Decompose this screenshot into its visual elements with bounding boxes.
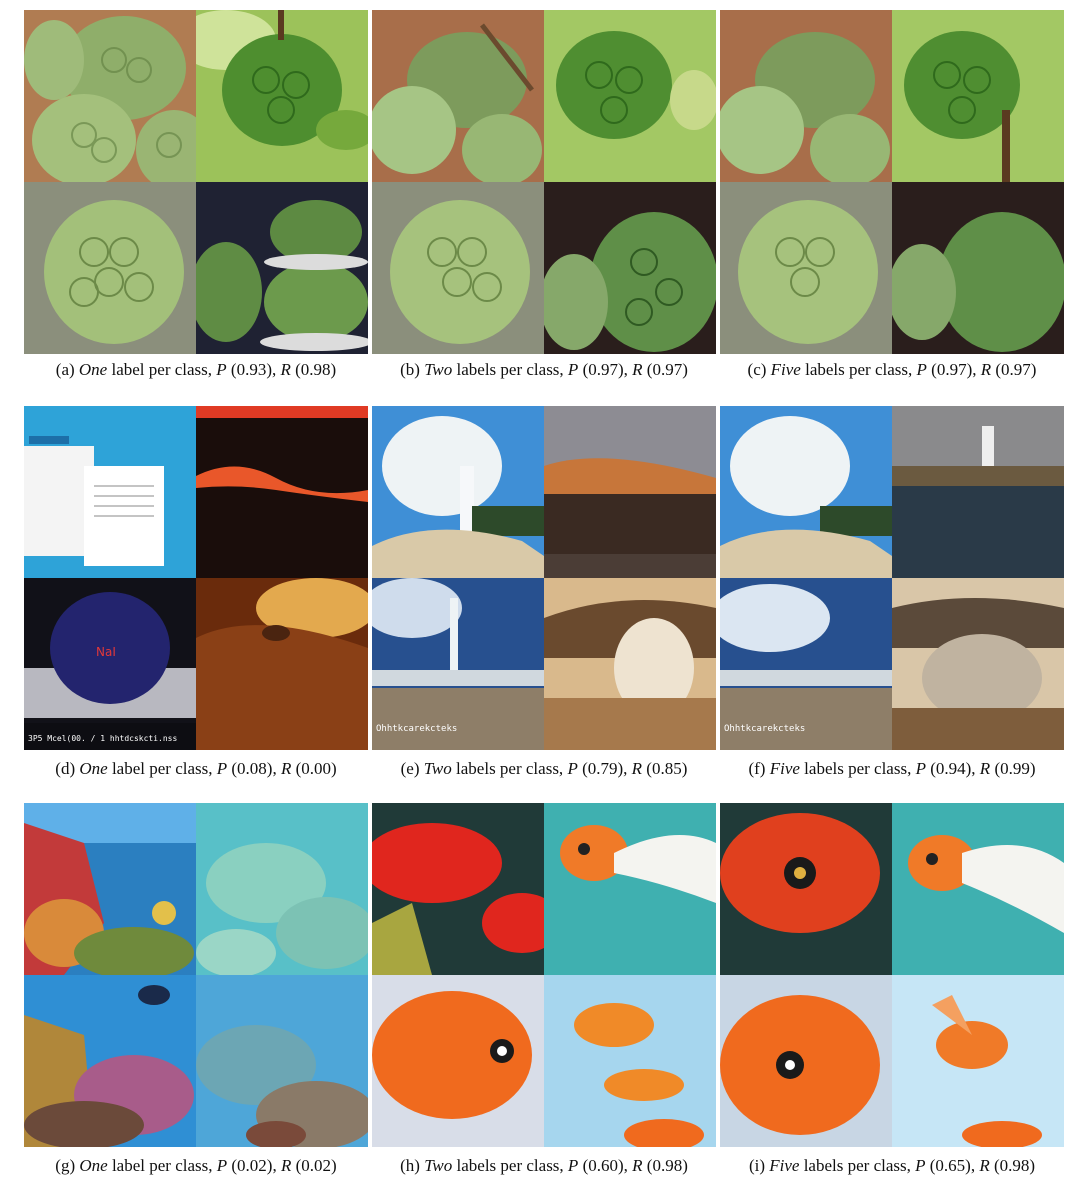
panel-g xyxy=(24,803,368,1147)
geyser-image xyxy=(720,406,892,578)
goldfish-image xyxy=(892,975,1064,1147)
panel-d-bottom-text: 3P5 Mcel(00. / 1 hhtdcskcti.nss xyxy=(28,734,178,743)
goldfish-image xyxy=(544,803,716,975)
panel-h xyxy=(372,803,716,1147)
custard-apple-image xyxy=(544,182,716,354)
caption-g: (g) One label per class, P (0.02), R (0.… xyxy=(55,1156,337,1175)
panel-f: Ohhtkcarekcteks xyxy=(720,406,1064,750)
hot-spring-image xyxy=(892,406,1064,578)
custard-apple-image xyxy=(892,10,1064,182)
geyser-image: Ohhtkcarekcteks xyxy=(720,578,892,750)
caption-b: (b) Two labels per class, P (0.97), R (0… xyxy=(400,360,688,379)
caption-i: (i) Five labels per class, P (0.65), R (… xyxy=(748,1156,1036,1175)
geyser-image xyxy=(372,406,544,578)
custard-apple-image xyxy=(892,182,1064,354)
panel-e-watermark: Ohhtkcarekcteks xyxy=(376,724,458,734)
coral-reef-image xyxy=(24,975,196,1147)
caption-a: (a) One label per class, P (0.93), R (0.… xyxy=(55,360,337,379)
geyser-image: Ohhtkcarekcteks xyxy=(372,578,544,750)
goldfish-image xyxy=(372,803,544,975)
steam-lake-image xyxy=(892,578,1064,750)
custard-apple-image xyxy=(544,10,716,182)
caption-f: (f) Five labels per class, P (0.94), R (… xyxy=(748,759,1036,778)
goldfish-image xyxy=(720,975,892,1147)
custard-apple-image xyxy=(196,182,368,354)
desert-sunset-image xyxy=(196,578,368,750)
goldfish-image xyxy=(372,975,544,1147)
caption-d: (d) One label per class, P (0.08), R (0.… xyxy=(55,759,337,778)
custard-apple-image xyxy=(372,182,544,354)
sunset-mountain-image xyxy=(196,406,368,578)
goldfish-image xyxy=(720,803,892,975)
product-label: NaI xyxy=(96,645,116,659)
caption-c: (c) Five labels per class, P (0.97), R (… xyxy=(747,360,1037,379)
document-image xyxy=(24,406,196,578)
panel-d: NaI 3P5 Mcel(00. / 1 hhtdcskcti.nss xyxy=(24,406,368,750)
caption-h: (h) Two labels per class, P (0.60), R (0… xyxy=(400,1156,688,1175)
panel-b xyxy=(372,10,716,354)
goldfish-image xyxy=(544,975,716,1147)
steam-lake-image xyxy=(544,578,716,750)
custard-apple-image xyxy=(720,182,892,354)
panel-f-watermark: Ohhtkcarekcteks xyxy=(724,724,806,734)
coral-reef-image xyxy=(24,803,196,975)
custard-apple-image xyxy=(372,10,544,182)
goldfish-image xyxy=(892,803,1064,975)
dark-product-image: NaI 3P5 Mcel(00. / 1 hhtdcskcti.nss xyxy=(24,578,196,750)
mountain-image xyxy=(544,406,716,578)
custard-apple-image xyxy=(196,10,368,182)
reef-water-image xyxy=(196,975,368,1147)
panel-c xyxy=(720,10,1064,354)
reef-water-image xyxy=(196,803,368,975)
custard-apple-image xyxy=(24,10,196,182)
panel-i xyxy=(720,803,1064,1147)
caption-e: (e) Two labels per class, P (0.79), R (0… xyxy=(400,759,688,778)
panel-e: Ohhtkcarekcteks xyxy=(372,406,716,750)
panel-a xyxy=(24,10,368,354)
custard-apple-image xyxy=(24,182,196,354)
custard-apple-image xyxy=(720,10,892,182)
